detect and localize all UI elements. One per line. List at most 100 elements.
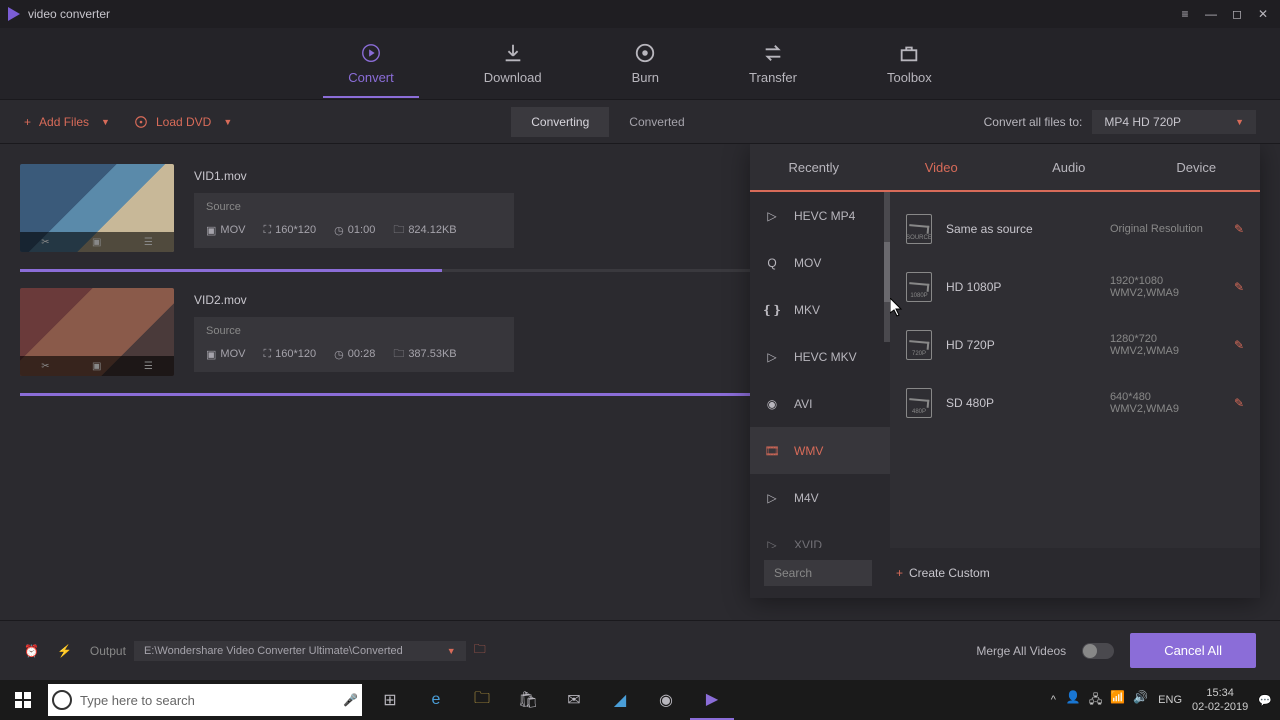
format-mov[interactable]: QMOV bbox=[750, 239, 890, 286]
popup-tab-recently[interactable]: Recently bbox=[750, 144, 878, 190]
format-badge: ▣ MOV bbox=[206, 348, 245, 361]
wondershare-icon[interactable]: ▶ bbox=[690, 680, 734, 720]
taskbar-search-input[interactable]: Type here to search 🎤 bbox=[48, 684, 362, 716]
mail-icon[interactable]: ✉ bbox=[552, 680, 596, 720]
cortana-icon bbox=[52, 690, 72, 710]
duration-info: ◷ 00:28 bbox=[334, 348, 375, 361]
plus-icon: + bbox=[24, 115, 31, 129]
video-icon: ▷ bbox=[762, 490, 782, 506]
file-icon: 480P bbox=[906, 388, 932, 418]
tab-transfer[interactable]: Transfer bbox=[739, 30, 807, 97]
caret-icon: ▼ bbox=[101, 117, 110, 127]
explorer-icon[interactable]: 🗀 bbox=[460, 680, 504, 720]
quicktime-icon: Q bbox=[762, 255, 782, 271]
format-popup: Recently Video Audio Device ▷HEVC MP4 QM… bbox=[750, 144, 1260, 598]
format-hevc-mkv[interactable]: ▷HEVC MKV bbox=[750, 333, 890, 380]
quality-hd-720p[interactable]: 720P HD 720P 1280*720WMV2,WMA9 ✎ bbox=[890, 316, 1260, 374]
source-label: Source bbox=[206, 325, 502, 337]
file-thumbnail[interactable]: ✂ ▣ ☰ bbox=[20, 288, 174, 376]
tab-download-label: Download bbox=[484, 70, 542, 85]
clock-icon[interactable]: ⏰ bbox=[24, 644, 39, 658]
load-dvd-button[interactable]: Load DVD ▼ bbox=[134, 115, 232, 129]
source-box: Source ▣ MOV ⛶ 160*120 ◷ 00:28 🗀 387.53K… bbox=[194, 317, 514, 372]
format-hevc-mp4[interactable]: ▷HEVC MP4 bbox=[750, 192, 890, 239]
taskbar: Type here to search 🎤 ⊞ e 🗀 🛍 ✉ ◢ ◉ ▶ ^ … bbox=[0, 680, 1280, 720]
tab-toolbox[interactable]: Toolbox bbox=[877, 30, 942, 97]
disc-icon bbox=[134, 115, 148, 129]
caret-icon: ▼ bbox=[223, 117, 232, 127]
people-icon[interactable]: 👤 bbox=[1066, 690, 1081, 711]
download-icon bbox=[502, 42, 524, 64]
tab-convert[interactable]: Convert bbox=[338, 30, 404, 97]
duration-info: ◷ 01:00 bbox=[334, 224, 375, 237]
quality-same-as-source[interactable]: SOURCE Same as source Original Resolutio… bbox=[890, 200, 1260, 258]
bottom-bar: ⏰ ⚡ Output E:\Wondershare Video Converte… bbox=[0, 620, 1280, 680]
trim-icon[interactable]: ✂ bbox=[41, 361, 49, 372]
edit-icon[interactable]: ✎ bbox=[1234, 396, 1244, 410]
tray-up-icon[interactable]: ^ bbox=[1051, 694, 1056, 706]
language-indicator[interactable]: ENG bbox=[1158, 694, 1182, 706]
file-thumbnail[interactable]: ✂ ▣ ☰ bbox=[20, 164, 174, 252]
format-m4v[interactable]: ▷M4V bbox=[750, 474, 890, 521]
start-button[interactable] bbox=[0, 680, 46, 720]
format-list[interactable]: ▷HEVC MP4 QMOV ❴❵MKV ▷HEVC MKV ◉AVI 🎞WMV… bbox=[750, 192, 890, 548]
subtab-converting[interactable]: Converting bbox=[511, 107, 609, 137]
format-search-input[interactable]: Search bbox=[764, 560, 872, 586]
folder-icon[interactable]: 🗀 bbox=[474, 640, 486, 661]
maximize-button[interactable]: ◻ bbox=[1228, 5, 1246, 23]
tab-download[interactable]: Download bbox=[474, 30, 552, 97]
merge-toggle[interactable] bbox=[1082, 643, 1114, 659]
store-icon[interactable]: 🛍 bbox=[506, 680, 550, 720]
subtab-converted[interactable]: Converted bbox=[609, 107, 704, 137]
caret-icon: ▼ bbox=[1235, 117, 1244, 127]
task-view-icon[interactable]: ⊞ bbox=[368, 680, 412, 720]
tab-toolbox-label: Toolbox bbox=[887, 70, 932, 85]
format-wmv[interactable]: 🎞WMV bbox=[750, 427, 890, 474]
cancel-all-button[interactable]: Cancel All bbox=[1130, 633, 1256, 668]
merge-label: Merge All Videos bbox=[976, 644, 1066, 658]
scrollbar-thumb[interactable] bbox=[884, 242, 890, 302]
wifi-icon[interactable]: 📶 bbox=[1110, 690, 1125, 711]
app-logo-icon bbox=[8, 7, 20, 21]
create-custom-button[interactable]: + Create Custom bbox=[896, 566, 990, 580]
edit-icon[interactable]: ☰ bbox=[144, 361, 153, 372]
quality-sd-480p[interactable]: 480P SD 480P 640*480WMV2,WMA9 ✎ bbox=[890, 374, 1260, 432]
popup-tab-audio[interactable]: Audio bbox=[1005, 144, 1133, 190]
clock[interactable]: 15:34 02-02-2019 bbox=[1192, 686, 1248, 715]
crop-icon[interactable]: ▣ bbox=[92, 361, 101, 372]
plus-icon: + bbox=[896, 566, 903, 580]
close-button[interactable]: ✕ bbox=[1254, 5, 1272, 23]
edit-icon[interactable]: ✎ bbox=[1234, 222, 1244, 236]
sound-icon[interactable]: 🔊 bbox=[1133, 690, 1148, 711]
output-path-dropdown[interactable]: E:\Wondershare Video Converter Ultimate\… bbox=[134, 641, 466, 661]
add-files-button[interactable]: + Add Files ▼ bbox=[24, 115, 110, 129]
app-icon[interactable]: ◢ bbox=[598, 680, 642, 720]
mic-icon[interactable]: 🎤 bbox=[343, 693, 358, 707]
resolution-info: ⛶ 160*120 bbox=[263, 348, 316, 361]
minimize-button[interactable]: — bbox=[1202, 5, 1220, 23]
video-icon: ▷ bbox=[762, 349, 782, 365]
edge-icon[interactable]: e bbox=[414, 680, 458, 720]
edit-icon[interactable]: ✎ bbox=[1234, 338, 1244, 352]
network-icon[interactable]: 🖧 bbox=[1089, 690, 1102, 711]
output-format-select[interactable]: MP4 HD 720P ▼ bbox=[1092, 110, 1256, 134]
mkv-icon: ❴❵ bbox=[762, 302, 782, 318]
menu-icon[interactable]: ≡ bbox=[1176, 5, 1194, 23]
tab-burn[interactable]: Burn bbox=[622, 30, 669, 97]
format-xvid[interactable]: ▷XVID bbox=[750, 521, 890, 548]
popup-tab-video[interactable]: Video bbox=[878, 144, 1006, 190]
trim-icon[interactable]: ✂ bbox=[41, 237, 49, 248]
notifications-icon[interactable]: 💬 bbox=[1258, 694, 1272, 707]
chrome-icon[interactable]: ◉ bbox=[644, 680, 688, 720]
edit-icon[interactable]: ✎ bbox=[1234, 280, 1244, 294]
content: ✂▣☰ VID1.mov Source ▣ MOV ⛶ 160*120 ◷ 01… bbox=[0, 144, 1280, 620]
popup-tab-device[interactable]: Device bbox=[1133, 144, 1261, 190]
edit-icon[interactable]: ☰ bbox=[144, 237, 153, 248]
quality-hd-1080p[interactable]: 1080P HD 1080P 1920*1080WMV2,WMA9 ✎ bbox=[890, 258, 1260, 316]
format-avi[interactable]: ◉AVI bbox=[750, 380, 890, 427]
toolbox-icon bbox=[898, 42, 920, 64]
gpu-icon[interactable]: ⚡ bbox=[57, 644, 72, 658]
crop-icon[interactable]: ▣ bbox=[92, 237, 101, 248]
format-mkv[interactable]: ❴❵MKV bbox=[750, 286, 890, 333]
source-box: Source ▣ MOV ⛶ 160*120 ◷ 01:00 🗀 824.12K… bbox=[194, 193, 514, 248]
